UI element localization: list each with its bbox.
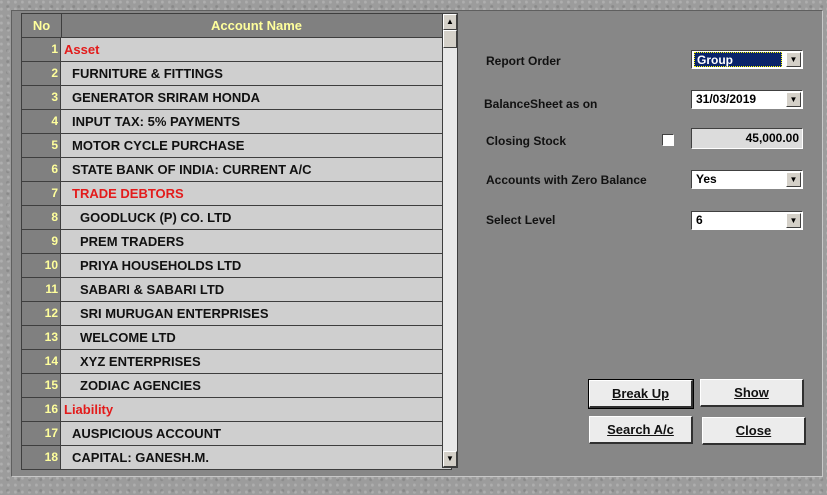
table-row[interactable]: 9 PREM TRADERS [22,230,451,254]
table-row[interactable]: 18 CAPITAL: GANESH.M. [22,446,451,469]
grid-header: No Account Name [22,14,451,38]
row-number: 8 [22,206,61,229]
account-name[interactable]: XYZ ENTERPRISES [61,350,451,373]
account-name[interactable]: ZODIAC AGENCIES [61,374,451,397]
row-number: 6 [22,158,61,181]
row-number: 7 [22,182,61,205]
row-number: 10 [22,254,61,277]
balance-sheet-date-picker[interactable]: 31/03/2019 ▼ [691,90,803,109]
account-name[interactable]: MOTOR CYCLE PURCHASE [61,134,451,157]
dropdown-arrow-icon[interactable]: ▼ [786,172,801,187]
row-number: 9 [22,230,61,253]
balance-sheet-date-value: 31/03/2019 [696,92,757,106]
table-row[interactable]: 5 MOTOR CYCLE PURCHASE [22,134,451,158]
account-name[interactable]: WELCOME LTD [61,326,451,349]
row-number: 11 [22,278,61,301]
row-number: 2 [22,62,61,85]
row-number: 5 [22,134,61,157]
dropdown-arrow-icon[interactable]: ▼ [786,213,801,228]
table-row[interactable]: 6 STATE BANK OF INDIA: CURRENT A/C [22,158,451,182]
table-row[interactable]: 17 AUSPICIOUS ACCOUNT [22,422,451,446]
table-row[interactable]: 16 Liability [22,398,451,422]
col-header-no[interactable]: No [22,14,62,37]
col-header-account-name[interactable]: Account Name [62,14,451,37]
row-number: 16 [22,398,61,421]
account-name[interactable]: PREM TRADERS [61,230,451,253]
grid-scrollbar[interactable]: ▲ ▼ [442,13,458,468]
table-row[interactable]: 11 SABARI & SABARI LTD [22,278,451,302]
scroll-down-button[interactable]: ▼ [443,451,457,467]
account-name[interactable]: PRIYA HOUSEHOLDS LTD [61,254,451,277]
report-order-select[interactable]: Group ▼ [691,50,803,69]
report-order-label: Report Order [486,54,561,68]
group-name[interactable]: Liability [61,398,451,421]
table-row[interactable]: 7 TRADE DEBTORS [22,182,451,206]
row-number: 3 [22,86,61,109]
account-name[interactable]: SABARI & SABARI LTD [61,278,451,301]
dropdown-arrow-icon[interactable]: ▼ [786,52,801,67]
table-row[interactable]: 4 INPUT TAX: 5% PAYMENTS [22,110,451,134]
closing-stock-field[interactable]: 45,000.00 [691,128,803,149]
closing-stock-checkbox[interactable] [662,134,674,146]
table-row[interactable]: 13 WELCOME LTD [22,326,451,350]
dropdown-arrow-icon[interactable]: ▼ [786,92,801,107]
table-row[interactable]: 1 Asset [22,38,451,62]
account-name[interactable]: GENERATOR SRIRAM HONDA [61,86,451,109]
group-name[interactable]: Asset [61,38,451,61]
account-name[interactable]: STATE BANK OF INDIA: CURRENT A/C [61,158,451,181]
table-row[interactable]: 3 GENERATOR SRIRAM HONDA [22,86,451,110]
select-level-select[interactable]: 6 ▼ [691,211,803,230]
table-row[interactable]: 14 XYZ ENTERPRISES [22,350,451,374]
table-row[interactable]: 12 SRI MURUGAN ENTERPRISES [22,302,451,326]
row-number: 17 [22,422,61,445]
show-button[interactable]: Show [700,379,804,407]
zero-balance-value: Yes [696,172,717,186]
table-row[interactable]: 2 FURNITURE & FITTINGS [22,62,451,86]
row-number: 15 [22,374,61,397]
row-number: 14 [22,350,61,373]
break-up-button[interactable]: Break Up [588,379,694,409]
account-grid: No Account Name 1 Asset 2 FURNITURE & FITT… [21,13,452,470]
balance-sheet-panel: No Account Name 1 Asset 2 FURNITURE & FITT… [11,10,823,477]
select-level-label: Select Level [486,213,556,227]
close-button[interactable]: Close [702,417,806,445]
report-order-value: Group [694,52,782,67]
account-name[interactable]: SRI MURUGAN ENTERPRISES [61,302,451,325]
row-number: 1 [22,38,61,61]
table-row[interactable]: 15 ZODIAC AGENCIES [22,374,451,398]
row-number: 13 [22,326,61,349]
group-name[interactable]: TRADE DEBTORS [61,182,451,205]
account-name[interactable]: AUSPICIOUS ACCOUNT [61,422,451,445]
closing-stock-label: Closing Stock [486,134,567,148]
select-level-value: 6 [696,213,703,227]
triangle-down-icon: ▼ [446,454,454,463]
row-number: 12 [22,302,61,325]
row-number: 18 [22,446,61,469]
account-name[interactable]: GOODLUCK (P) CO. LTD [61,206,451,229]
search-account-button[interactable]: Search A/c [589,416,693,444]
account-name[interactable]: CAPITAL: GANESH.M. [61,446,451,469]
row-number: 4 [22,110,61,133]
account-name[interactable]: FURNITURE & FITTINGS [61,62,451,85]
scroll-thumb[interactable] [443,30,457,48]
triangle-up-icon: ▲ [446,17,454,26]
balance-sheet-date-label: BalanceSheet as on [484,97,598,111]
table-row[interactable]: 10 PRIYA HOUSEHOLDS LTD [22,254,451,278]
table-row[interactable]: 8 GOODLUCK (P) CO. LTD [22,206,451,230]
scroll-up-button[interactable]: ▲ [443,14,457,30]
zero-balance-select[interactable]: Yes ▼ [691,170,803,189]
account-name[interactable]: INPUT TAX: 5% PAYMENTS [61,110,451,133]
zero-balance-label: Accounts with Zero Balance [486,173,647,187]
